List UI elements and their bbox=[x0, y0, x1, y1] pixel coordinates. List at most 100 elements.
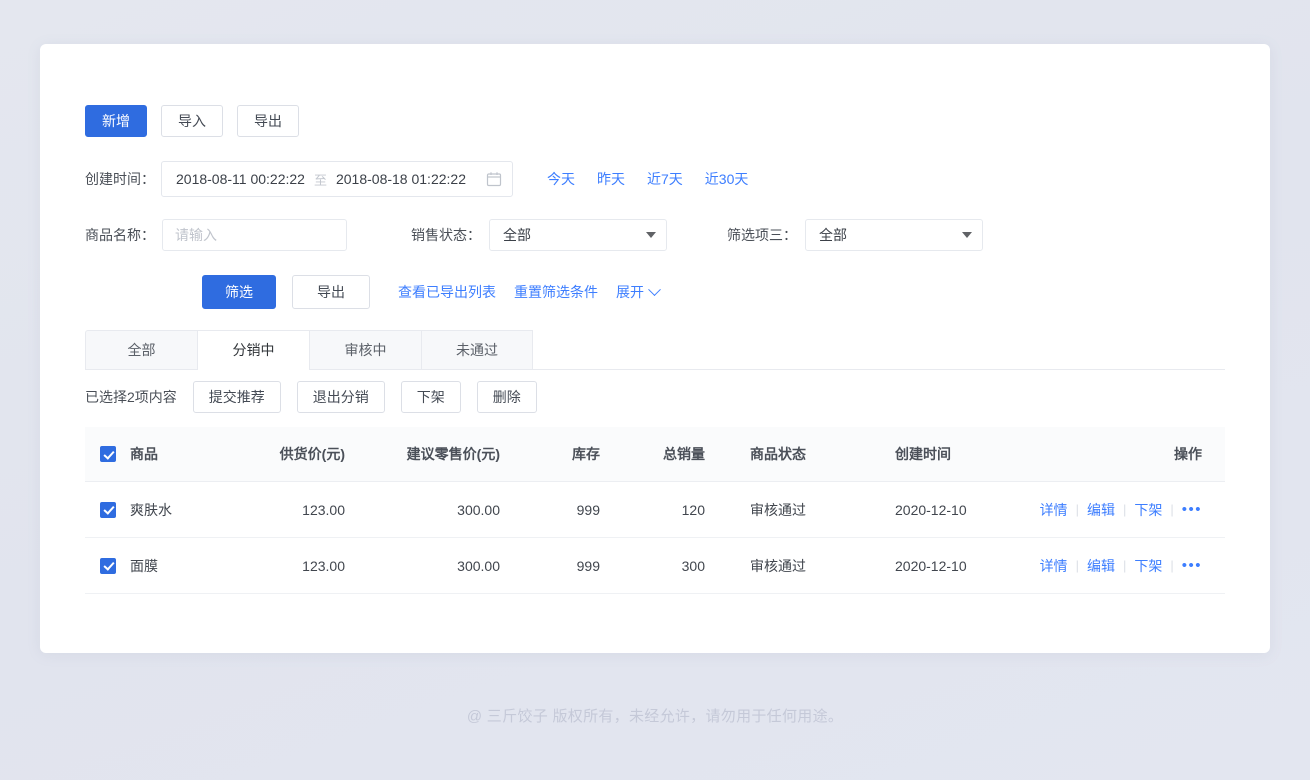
view-exported-list-link[interactable]: 查看已导出列表 bbox=[398, 282, 496, 302]
separator: | bbox=[1075, 558, 1079, 573]
select-all-checkbox[interactable] bbox=[99, 446, 116, 462]
tab-label: 全部 bbox=[127, 342, 156, 358]
cell-operations: 详情 | 编辑 | 下架 | ••• bbox=[1030, 556, 1225, 576]
edit-link[interactable]: 编辑 bbox=[1087, 556, 1115, 576]
separator: | bbox=[1170, 502, 1174, 517]
sale-status-select[interactable]: 全部 bbox=[489, 219, 667, 251]
expand-filters-link[interactable]: 展开 bbox=[616, 282, 661, 302]
create-time-label: 创建时间： bbox=[85, 171, 155, 187]
cell-operations: 详情 | 编辑 | 下架 | ••• bbox=[1030, 500, 1225, 520]
exit-distribution-button[interactable]: 退出分销 bbox=[296, 381, 385, 413]
status-tabs: 全部 分销中 审核中 未通过 bbox=[85, 330, 1225, 370]
header-product: 商品 bbox=[130, 446, 158, 462]
product-name-input[interactable] bbox=[162, 219, 347, 251]
main-card: 新增 导入 导出 创建时间： 2018-08-11 00:22:22 至 201… bbox=[40, 44, 1270, 653]
edit-link[interactable]: 编辑 bbox=[1087, 500, 1115, 520]
offshelf-link[interactable]: 下架 bbox=[1134, 500, 1162, 520]
tab-reviewing[interactable]: 审核中 bbox=[309, 330, 421, 370]
more-actions-icon[interactable]: ••• bbox=[1182, 501, 1202, 518]
date-range-input[interactable]: 2018-08-11 00:22:22 至 2018-08-18 01:22:2… bbox=[161, 161, 513, 197]
import-button[interactable]: 导入 bbox=[161, 105, 223, 137]
selection-count-text: 已选择2项内容 bbox=[85, 389, 177, 405]
offshelf-button[interactable]: 下架 bbox=[400, 381, 461, 413]
detail-link[interactable]: 详情 bbox=[1040, 500, 1068, 520]
chevron-down-icon bbox=[646, 232, 656, 238]
date-start-value: 2018-08-11 00:22:22 bbox=[176, 171, 305, 187]
tab-all[interactable]: 全部 bbox=[85, 330, 197, 370]
export-button[interactable]: 导出 bbox=[237, 105, 299, 137]
filters-row: 商品名称： 销售状态： 全部 筛选项三： 全部 bbox=[85, 219, 983, 251]
filter-actions-row: 筛选 导出 查看已导出列表 重置筛选条件 展开 bbox=[202, 275, 661, 309]
header-supply-price: 供货价(元) bbox=[279, 446, 345, 462]
tab-distributing[interactable]: 分销中 bbox=[197, 330, 309, 370]
selection-bar: 已选择2项内容 提交推荐 退出分销 下架 删除 bbox=[85, 381, 537, 413]
product-name-filter: 商品名称： bbox=[85, 219, 347, 251]
sale-status-filter: 销售状态： 全部 bbox=[411, 219, 667, 251]
date-end-value: 2018-08-18 01:22:22 bbox=[335, 171, 466, 187]
row-select-cell bbox=[85, 501, 130, 518]
header-operations: 操作 bbox=[1174, 446, 1202, 462]
products-table: 商品 供货价(元) 建议零售价(元) 库存 总销量 商品状态 创建时间 操作 爽… bbox=[85, 427, 1225, 594]
filter-three-filter: 筛选项三： 全部 bbox=[727, 219, 983, 251]
cell-create-time: 2020-12-10 bbox=[895, 501, 967, 518]
table-header-row: 商品 供货价(元) 建议零售价(元) 库存 总销量 商品状态 创建时间 操作 bbox=[85, 427, 1225, 482]
header-stock: 库存 bbox=[572, 446, 600, 462]
select-all-cell bbox=[85, 446, 130, 462]
cell-total-sales: 300 bbox=[681, 557, 705, 574]
filter-three-value: 全部 bbox=[819, 227, 847, 243]
cell-product: 面膜 bbox=[130, 557, 158, 574]
cell-total-sales: 120 bbox=[681, 501, 705, 518]
separator: | bbox=[1170, 558, 1174, 573]
tab-label: 未通过 bbox=[456, 342, 498, 358]
row-checkbox[interactable] bbox=[99, 557, 116, 574]
submit-recommend-button[interactable]: 提交推荐 bbox=[192, 381, 281, 413]
delete-button[interactable]: 删除 bbox=[476, 381, 537, 413]
cell-status: 审核通过 bbox=[750, 557, 806, 574]
chevron-down-icon bbox=[962, 232, 972, 238]
tab-rejected[interactable]: 未通过 bbox=[421, 330, 533, 370]
header-status: 商品状态 bbox=[750, 446, 806, 462]
quick-link-last-30-days[interactable]: 近30天 bbox=[705, 169, 749, 189]
row-checkbox[interactable] bbox=[99, 501, 116, 518]
calendar-icon[interactable] bbox=[486, 171, 502, 187]
cell-retail-price: 300.00 bbox=[457, 557, 500, 574]
header-retail-price: 建议零售价(元) bbox=[406, 446, 500, 462]
cell-create-time: 2020-12-10 bbox=[895, 557, 967, 574]
cell-stock: 999 bbox=[576, 557, 600, 574]
cell-supply-price: 123.00 bbox=[302, 501, 345, 518]
filter-links: 查看已导出列表 重置筛选条件 展开 bbox=[398, 282, 661, 302]
expand-label: 展开 bbox=[616, 284, 644, 300]
cell-stock: 999 bbox=[576, 501, 600, 518]
tab-label: 分销中 bbox=[232, 342, 275, 358]
cell-status: 审核通过 bbox=[750, 501, 806, 518]
offshelf-link[interactable]: 下架 bbox=[1134, 556, 1162, 576]
quick-date-links: 今天 昨天 近7天 近30天 bbox=[547, 169, 748, 189]
table-row: 面膜 123.00 300.00 999 300 审核通过 2020-12-10… bbox=[85, 538, 1225, 594]
date-filter-row: 创建时间： 2018-08-11 00:22:22 至 2018-08-18 0… bbox=[85, 161, 748, 197]
table-row: 爽肤水 123.00 300.00 999 120 审核通过 2020-12-1… bbox=[85, 482, 1225, 538]
reset-filters-link[interactable]: 重置筛选条件 bbox=[514, 282, 598, 302]
quick-link-last-7-days[interactable]: 近7天 bbox=[647, 169, 683, 189]
chevron-down-icon bbox=[648, 282, 661, 296]
filter-three-label: 筛选项三： bbox=[727, 227, 797, 243]
cell-retail-price: 300.00 bbox=[457, 501, 500, 518]
separator: | bbox=[1122, 502, 1127, 517]
cell-supply-price: 123.00 bbox=[302, 557, 345, 574]
header-create-time: 创建时间 bbox=[895, 446, 951, 462]
filter-submit-button[interactable]: 筛选 bbox=[202, 275, 276, 309]
add-button[interactable]: 新增 bbox=[85, 105, 147, 137]
top-toolbar: 新增 导入 导出 bbox=[85, 105, 299, 137]
more-actions-icon[interactable]: ••• bbox=[1182, 557, 1202, 574]
export-results-button[interactable]: 导出 bbox=[292, 275, 370, 309]
filter-three-select[interactable]: 全部 bbox=[805, 219, 983, 251]
detail-link[interactable]: 详情 bbox=[1040, 556, 1068, 576]
tab-label: 审核中 bbox=[344, 342, 387, 358]
sale-status-label: 销售状态： bbox=[411, 227, 481, 243]
date-separator: 至 bbox=[313, 172, 327, 188]
quick-link-yesterday[interactable]: 昨天 bbox=[597, 169, 625, 189]
separator: | bbox=[1122, 558, 1127, 573]
quick-link-today[interactable]: 今天 bbox=[547, 169, 575, 189]
sale-status-value: 全部 bbox=[503, 227, 531, 243]
header-total-sales: 总销量 bbox=[663, 446, 705, 462]
product-name-label: 商品名称： bbox=[85, 227, 155, 243]
